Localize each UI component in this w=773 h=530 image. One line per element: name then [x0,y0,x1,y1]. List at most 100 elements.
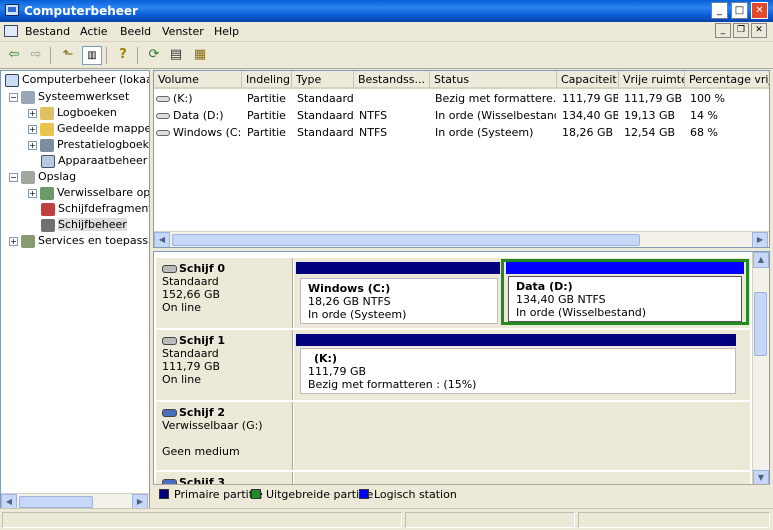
minimize-button[interactable]: _ [711,2,728,19]
disk-graphical-view: Schijf 0 Standaard 152,66 GB On line Win… [153,251,770,489]
device-manager-icon [41,154,55,168]
scroll-thumb[interactable] [172,234,640,246]
scroll-up-icon[interactable]: ▲ [753,252,769,268]
disk-pane-vertical-scrollbar[interactable]: ▲ ▼ [752,252,769,488]
tree-item-device-manager[interactable]: Apparaatbeheer [41,154,147,170]
column-header-type[interactable]: Type [292,71,354,89]
tree-item-disk-management[interactable]: Schijfbeheer [41,218,127,234]
disk-0-header[interactable]: Schijf 0 Standaard 152,66 GB On line [156,258,293,328]
scroll-thumb[interactable] [19,496,93,508]
disk-icon [162,265,177,273]
close-button[interactable]: ✕ [751,2,768,19]
expand-icon[interactable]: + [28,140,37,150]
menu-venster[interactable]: Venster [162,25,204,38]
tree-item-services-applications[interactable]: +Services en toepassingen [9,234,149,250]
tree-item-computer-management[interactable]: Computerbeheer (lokaal) [5,73,149,89]
disk-management-icon [41,218,55,232]
scroll-thumb[interactable] [754,292,767,356]
menu-actie[interactable]: Actie [80,25,108,38]
tree-item-performance-logs[interactable]: +Prestatielogboeken [28,138,149,154]
disk-name: Schijf 2 [179,406,226,419]
legend-primary-partition: Primaire partitie [159,488,263,502]
volume-free-space: 19,13 GB [624,109,676,122]
scroll-left-icon[interactable]: ◀ [154,232,170,247]
volume-layout: Partitie [247,126,286,139]
up-folder-icon[interactable]: ⬑ [58,46,78,65]
column-header-volume[interactable]: Volume [154,71,242,89]
status-bar [0,508,773,530]
column-header-capacity[interactable]: Capaciteit [557,71,619,89]
tree-item-defragmenter[interactable]: Schijfdefragmentatie [41,202,149,218]
partition-windows-c[interactable]: Windows (C:) 18,26 GB NTFS In orde (Syst… [300,278,498,324]
tree-item-event-viewer[interactable]: + Logboeken [28,106,117,122]
disk-2-header[interactable]: Schijf 2 Verwisselbaar (G:) Geen medium [156,402,293,470]
mdi-minimize-button[interactable]: _ [715,23,731,38]
volume-filesystem: NTFS [359,109,388,122]
disk-name: Schijf 0 [179,262,226,275]
column-header-filesystem[interactable]: Bestandss... [354,71,430,89]
disk-1-header[interactable]: Schijf 1 Standaard 111,79 GB On line [156,330,293,400]
expand-icon[interactable]: + [9,236,18,246]
properties-icon[interactable]: ▤ [166,46,186,65]
shared-folder-icon [40,122,54,136]
expand-icon[interactable]: + [28,188,37,198]
mdi-close-button[interactable]: ✕ [751,23,767,38]
volume-capacity: 18,26 GB [562,126,614,139]
tree-item-removable-storage[interactable]: +Verwisselbare opslag [28,186,149,202]
column-header-free-space[interactable]: Vrije ruimte [619,71,685,89]
disk-type: Standaard [162,347,219,360]
collapse-icon[interactable]: − [9,172,18,182]
disk-type: Verwisselbaar (G:) [162,419,263,432]
status-section [2,512,402,528]
back-icon[interactable]: ⇦ [4,46,24,65]
extended-partition[interactable]: Data (D:) 134,40 GB NTFS In orde (Wissel… [501,259,749,325]
removable-disk-icon [162,409,177,417]
show-tree-icon[interactable]: ▥ [82,46,102,65]
volume-status: Bezig met formattere... [435,92,556,105]
partition-name: Data (D:) [516,280,573,293]
volume-capacity: 134,40 GB [562,109,618,122]
volume-name: Data (D:) [173,109,224,122]
help-icon[interactable]: ? [113,46,133,65]
export-icon[interactable]: ▦ [190,46,210,65]
toolbar-separator [137,47,138,64]
toolbar-separator [106,47,107,64]
collapse-icon[interactable]: − [9,92,18,102]
table-row[interactable]: (K:) [156,91,242,107]
partition-k[interactable]: (K:) 111,79 GB Bezig met formatteren : (… [300,348,736,394]
table-row[interactable]: Windows (C:) [156,125,242,141]
table-row[interactable]: Data (D:) [156,108,242,124]
disk-1-partitions: (K:) 111,79 GB Bezig met formatteren : (… [294,330,750,400]
services-icon [21,234,35,248]
forward-icon[interactable]: ⇨ [26,46,46,65]
partition-data-d[interactable]: Data (D:) 134,40 GB NTFS In orde (Wissel… [508,276,742,322]
maximize-button[interactable]: □ [731,2,748,19]
menu-beeld[interactable]: Beeld [120,25,151,38]
volume-type: Standaard [297,126,353,139]
volume-filesystem: NTFS [359,126,388,139]
tree-horizontal-scrollbar[interactable]: ◀ ▶ [1,493,149,509]
disk-size: 111,79 GB [162,360,221,373]
column-header-layout[interactable]: Indeling [242,71,292,89]
volume-filesystem [359,91,429,107]
column-header-status[interactable]: Status [430,71,557,89]
scroll-right-icon[interactable]: ▶ [752,232,768,247]
refresh-icon[interactable]: ⟳ [144,46,164,65]
tree-item-system-tools[interactable]: − Systeemwerkset [9,90,129,106]
volume-icon [156,96,170,102]
list-horizontal-scrollbar[interactable]: ◀ ▶ [154,231,769,247]
volume-name: (K:) [173,92,193,105]
computer-icon [5,73,19,87]
tree-item-shared-folders[interactable]: + Gedeelde mappen [28,122,149,138]
column-header-percent-free[interactable]: Percentage vrij [685,71,769,89]
toolbar-separator [50,47,51,64]
volume-icon [156,113,170,119]
menu-help[interactable]: Help [214,25,239,38]
legend-swatch [159,489,169,499]
menu-bestand[interactable]: Bestand [25,25,70,38]
tree-item-storage[interactable]: − Opslag [9,170,76,186]
expand-icon[interactable]: + [28,124,37,134]
expand-icon[interactable]: + [28,108,37,118]
mdi-restore-button[interactable]: ❐ [733,23,749,38]
volume-status: In orde (Systeem) [435,126,534,139]
